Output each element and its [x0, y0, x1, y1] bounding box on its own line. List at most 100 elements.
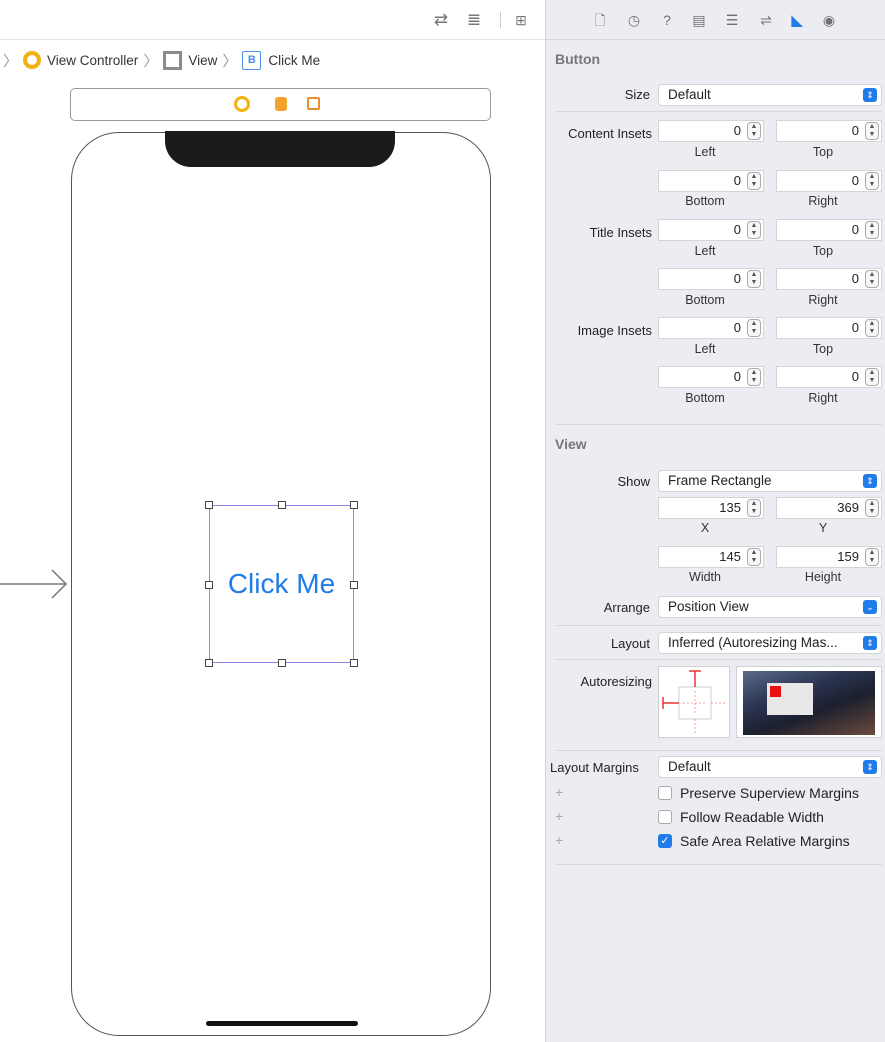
stepper-icon[interactable]: ▲ ▼	[865, 270, 879, 288]
stepper-icon[interactable]: ▲ ▼	[865, 172, 879, 190]
breadcrumb-item-view-controller[interactable]: View Controller	[23, 51, 138, 69]
size-inspector: 🗋 ◷ ? ▤ ☰ ⇌ ◣ ◉ Button Size Default ⇕ Co…	[545, 0, 885, 1042]
content-insets-bottom-field[interactable]: 0 ▲ ▼	[658, 170, 764, 192]
breadcrumb-item-view[interactable]: View	[163, 50, 217, 70]
identity-icon[interactable]: ▤	[689, 10, 709, 30]
breadcrumb-item-button[interactable]: B Click Me	[242, 50, 320, 70]
lines-align-icon[interactable]: ≣	[463, 9, 485, 31]
title-insets-left-field[interactable]: 0 ▲ ▼	[658, 219, 764, 241]
chevron-updown-icon: ⇕	[863, 474, 877, 488]
safe-area-relative-margins-checkbox[interactable]: ✓ Safe Area Relative Margins	[658, 832, 850, 850]
resize-handle[interactable]	[350, 659, 358, 667]
add-editor-icon[interactable]: ⊞	[510, 9, 532, 31]
arrange-popup[interactable]: Position View ⌄	[658, 596, 882, 618]
resize-handle[interactable]	[205, 659, 213, 667]
content-insets-right-field[interactable]: 0 ▲ ▼	[776, 170, 882, 192]
stepper-icon[interactable]: ▲ ▼	[865, 499, 879, 517]
show-popup-value: Frame Rectangle	[668, 473, 772, 488]
view-controller-icon	[23, 51, 42, 69]
content-insets-left-field[interactable]: 0 ▲ ▼	[658, 120, 764, 142]
autoresizing-mask-editor[interactable]	[658, 666, 730, 738]
stepper-icon[interactable]: ▲ ▼	[865, 368, 879, 386]
title-insets-bottom-field[interactable]: 0 ▲ ▼	[658, 268, 764, 290]
resize-handle[interactable]	[350, 581, 358, 589]
stepper-icon[interactable]: ▲ ▼	[747, 122, 761, 140]
field-value: 0	[733, 320, 741, 335]
divider	[555, 864, 882, 865]
stepper-icon[interactable]: ▲ ▼	[747, 499, 761, 517]
y-field[interactable]: 369 ▲ ▼	[776, 497, 882, 519]
stepper-icon[interactable]: ▲ ▼	[865, 548, 879, 566]
entry-point-arrow-icon[interactable]	[0, 566, 70, 602]
title-insets-top-field[interactable]: 0 ▲ ▼	[776, 219, 882, 241]
arrange-popup-value: Position View	[668, 599, 749, 614]
preview-wallpaper	[743, 671, 875, 735]
stepper-icon[interactable]: ▲ ▼	[865, 122, 879, 140]
width-field[interactable]: 145 ▲ ▼	[658, 546, 764, 568]
layout-margins-label: Layout Margins	[550, 760, 639, 775]
first-responder-icon[interactable]	[275, 97, 287, 111]
layout-margins-popup[interactable]: Default ⇕	[658, 756, 882, 778]
exit-icon[interactable]	[307, 97, 320, 110]
field-value: 0	[851, 369, 859, 384]
preserve-superview-margins-checkbox[interactable]: Preserve Superview Margins	[658, 784, 859, 802]
stepper-icon[interactable]: ▲ ▼	[747, 548, 761, 566]
stepper-icon[interactable]: ▲ ▼	[747, 172, 761, 190]
history-icon[interactable]: ◷	[624, 10, 644, 30]
x-field[interactable]: 135 ▲ ▼	[658, 497, 764, 519]
preview-view-marker	[770, 686, 781, 697]
content-insets-top-field[interactable]: 0 ▲ ▼	[776, 120, 882, 142]
storyboard-canvas[interactable]: ⇄ ≣ ⊞ 〉 View Controller 〉 View 〉 B Click…	[0, 0, 545, 1042]
stepper-icon[interactable]: ▲ ▼	[747, 319, 761, 337]
breadcrumb-separator: 〉	[3, 52, 19, 70]
title-insets-right-field[interactable]: 0 ▲ ▼	[776, 268, 882, 290]
divider	[555, 750, 882, 751]
stepper-icon[interactable]: ▲ ▼	[747, 221, 761, 239]
swap-arrows-icon[interactable]: ⇄	[430, 9, 452, 31]
image-insets-right-field[interactable]: 0 ▲ ▼	[776, 366, 882, 388]
connections-icon[interactable]: ◉	[819, 10, 839, 30]
image-insets-top-field[interactable]: 0 ▲ ▼	[776, 317, 882, 339]
resize-handle[interactable]	[278, 501, 286, 509]
resize-handle[interactable]	[205, 581, 213, 589]
field-value: 159	[837, 549, 859, 564]
click-me-button[interactable]: Click Me	[205, 501, 358, 667]
attributes-icon[interactable]: ☰	[722, 10, 742, 30]
show-popup[interactable]: Frame Rectangle ⇕	[658, 470, 882, 492]
breadcrumb-separator: 〉	[222, 52, 238, 70]
stepper-icon[interactable]: ▲ ▼	[865, 319, 879, 337]
follow-readable-width-checkbox[interactable]: Follow Readable Width	[658, 808, 824, 826]
file-icon[interactable]: 🗋	[590, 10, 610, 30]
checkbox-label: Follow Readable Width	[680, 809, 824, 825]
checkbox-icon	[658, 810, 672, 824]
right-caption: Right	[808, 293, 838, 307]
stepper-icon[interactable]: ▲ ▼	[865, 221, 879, 239]
help-icon[interactable]: ?	[657, 10, 677, 30]
breadcrumb: 〉 View Controller 〉 View 〉 B Click Me	[0, 44, 545, 76]
bottom-caption: Bottom	[685, 194, 725, 208]
top-caption: Top	[812, 145, 834, 159]
connections-settings-icon[interactable]: ⇌	[756, 10, 776, 30]
image-insets-left-field[interactable]: 0 ▲ ▼	[658, 317, 764, 339]
resize-handle[interactable]	[278, 659, 286, 667]
add-variation-icon[interactable]: +	[555, 832, 563, 848]
size-icon[interactable]: ◣	[787, 10, 807, 30]
stepper-icon[interactable]: ▲ ▼	[747, 368, 761, 386]
layout-popup[interactable]: Inferred (Autoresizing Mas... ⇕	[658, 632, 882, 654]
image-insets-bottom-field[interactable]: 0 ▲ ▼	[658, 366, 764, 388]
size-label: Size	[624, 87, 650, 102]
size-popup[interactable]: Default ⇕	[658, 84, 882, 106]
right-caption: Right	[808, 194, 838, 208]
bottom-caption: Bottom	[685, 293, 725, 307]
view-controller-icon[interactable]	[234, 96, 250, 112]
add-variation-icon[interactable]: +	[555, 808, 563, 824]
resize-handle[interactable]	[205, 501, 213, 509]
canvas-toolbar: ⇄ ≣ ⊞	[0, 0, 545, 40]
field-value: 0	[851, 320, 859, 335]
height-field[interactable]: 159 ▲ ▼	[776, 546, 882, 568]
add-variation-icon[interactable]: +	[555, 784, 563, 800]
resize-handle[interactable]	[350, 501, 358, 509]
stepper-icon[interactable]: ▲ ▼	[747, 270, 761, 288]
field-value: 0	[733, 222, 741, 237]
inspector-tabs: 🗋 ◷ ? ▤ ☰ ⇌ ◣ ◉	[546, 0, 885, 40]
